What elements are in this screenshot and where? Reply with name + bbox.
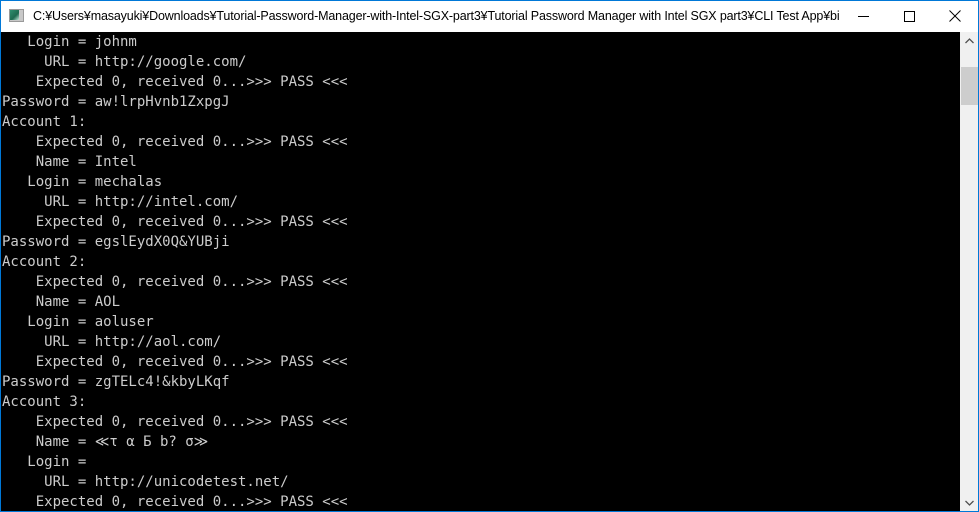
chevron-down-icon bbox=[965, 500, 974, 506]
close-button[interactable] bbox=[932, 2, 978, 31]
scrollbar-track[interactable] bbox=[961, 49, 978, 494]
scrollbar-thumb[interactable] bbox=[961, 67, 978, 105]
scroll-down-button[interactable] bbox=[961, 494, 978, 511]
console-body: Login = johnm URL = http://google.com/ E… bbox=[1, 32, 978, 511]
minimize-icon bbox=[857, 15, 869, 17]
console-window: C:¥Users¥masayuki¥Downloads¥Tutorial-Pas… bbox=[0, 0, 979, 512]
console-output-text[interactable]: Login = johnm URL = http://google.com/ E… bbox=[1, 32, 960, 511]
chevron-up-icon bbox=[965, 37, 974, 43]
minimize-button[interactable] bbox=[840, 2, 886, 31]
console-app-icon bbox=[9, 8, 25, 24]
window-title: C:¥Users¥masayuki¥Downloads¥Tutorial-Pas… bbox=[33, 9, 840, 23]
maximize-button[interactable] bbox=[886, 2, 932, 31]
vertical-scrollbar[interactable] bbox=[960, 32, 978, 511]
title-bar[interactable]: C:¥Users¥masayuki¥Downloads¥Tutorial-Pas… bbox=[1, 1, 978, 32]
maximize-icon bbox=[903, 10, 915, 22]
close-icon bbox=[949, 10, 961, 22]
scroll-up-button[interactable] bbox=[961, 32, 978, 49]
